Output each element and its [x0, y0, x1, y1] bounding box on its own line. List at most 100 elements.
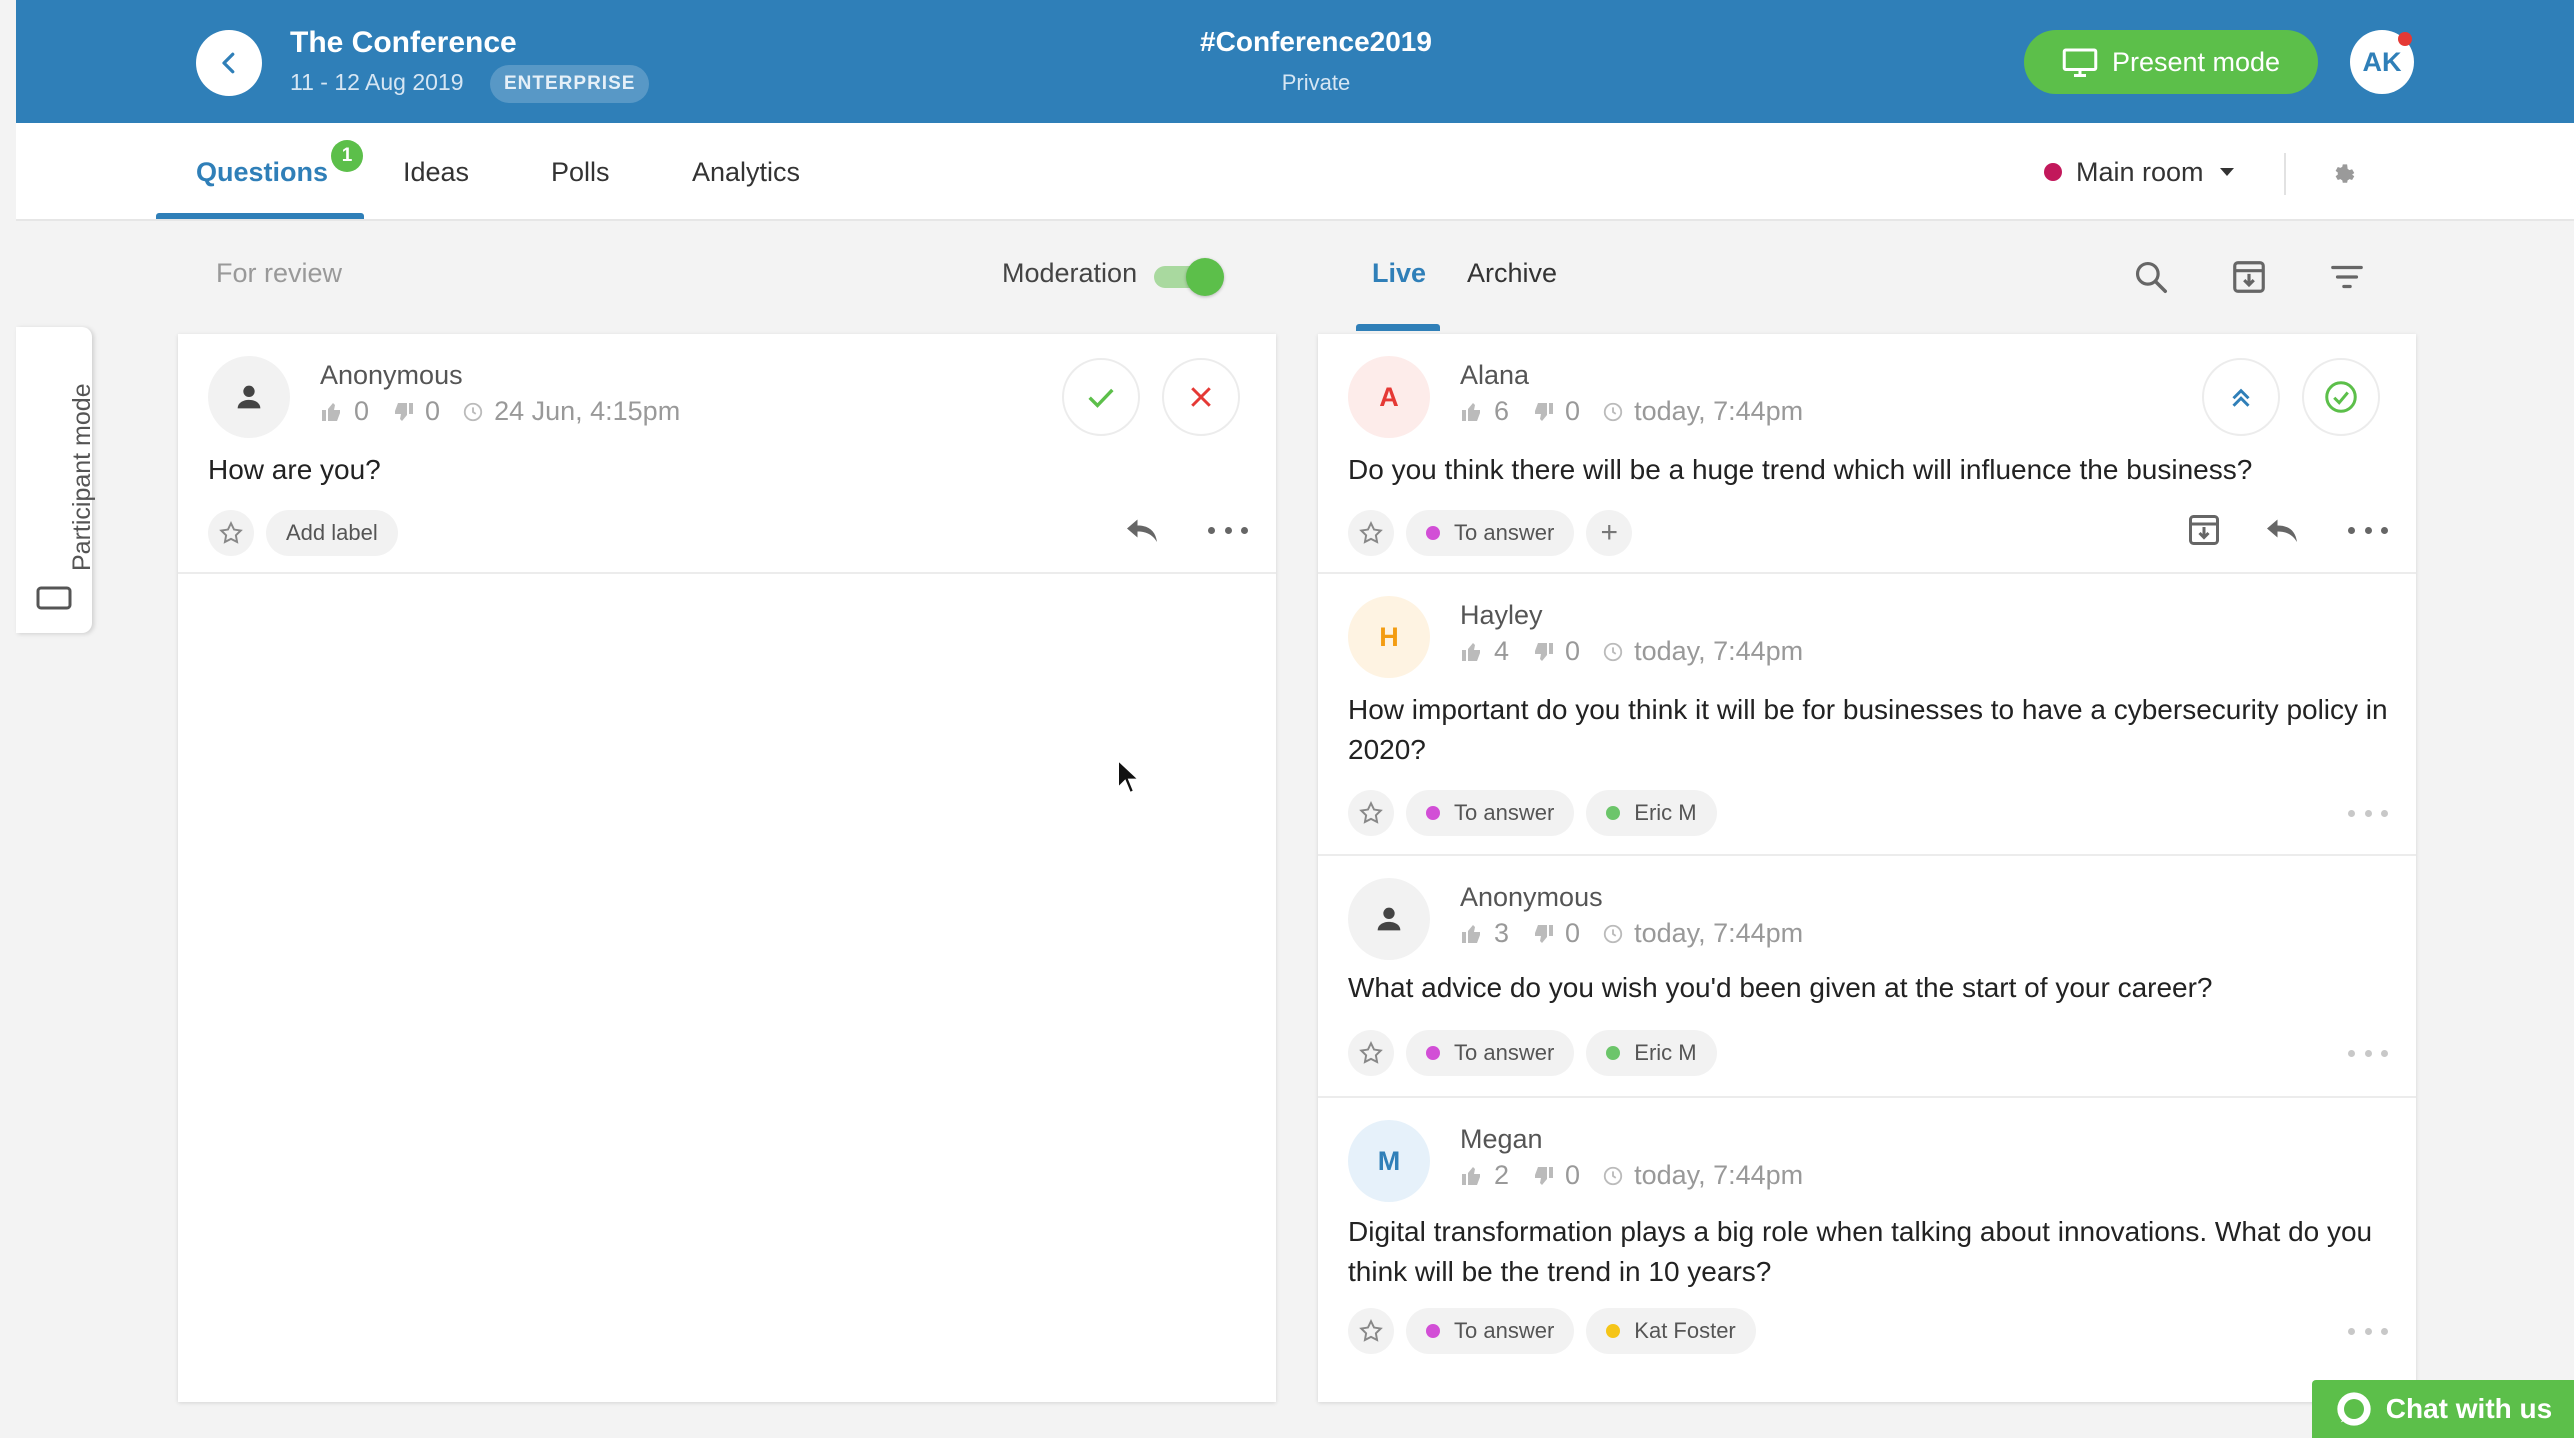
add-label-button[interactable]: Add label: [266, 510, 398, 556]
event-code: #Conference2019: [1200, 26, 1432, 57]
assignee-dot: [1606, 1324, 1621, 1338]
divider: [2284, 153, 2286, 195]
tab-polls[interactable]: Polls: [551, 123, 610, 221]
double-chevron-up-icon: [2232, 388, 2250, 407]
reject-button[interactable]: [1162, 358, 1240, 436]
tab-archive[interactable]: Archive: [1467, 258, 1557, 289]
active-tab-indicator: [156, 213, 364, 219]
status-dot: [1426, 1324, 1440, 1338]
thumb-down-icon[interactable]: [1531, 1164, 1555, 1188]
settings-button[interactable]: [2330, 160, 2356, 186]
author-avatar: H: [1348, 596, 1430, 678]
live-tab-indicator: [1356, 324, 1440, 331]
back-button[interactable]: [196, 30, 262, 96]
status-dot: [1426, 526, 1440, 540]
dislikes-count: 0: [1565, 1160, 1581, 1190]
question-meta: 3 0 today, 7:44pm: [1460, 918, 1803, 949]
thumb-down-icon[interactable]: [1531, 640, 1555, 664]
tab-analytics[interactable]: Analytics: [692, 123, 800, 221]
check-icon: [1088, 388, 1114, 408]
more-button[interactable]: [2348, 520, 2388, 540]
question-meta: 2 0 today, 7:44pm: [1460, 1160, 1803, 1191]
question-time: today, 7:44pm: [1634, 918, 1804, 948]
archive-all-button[interactable]: [2230, 258, 2268, 296]
archive-button[interactable]: [2186, 512, 2222, 548]
status-dot: [1426, 806, 1440, 820]
moderation-toggle[interactable]: [1152, 258, 1224, 296]
question-tags: To answer +: [1348, 510, 1633, 556]
room-selector[interactable]: Main room: [2044, 123, 2236, 221]
status-label[interactable]: To answer: [1406, 1308, 1575, 1354]
assignee-label[interactable]: Eric M: [1586, 1030, 1717, 1076]
live-panel: A Alana 6 0 today, 7:44pm Do you think t…: [1318, 334, 2416, 1402]
thumb-down-icon[interactable]: [1531, 400, 1555, 424]
status-label[interactable]: To answer: [1406, 1030, 1575, 1076]
thumb-down-icon[interactable]: [391, 400, 415, 424]
close-icon: [1191, 387, 1211, 407]
highlight-button[interactable]: [2202, 358, 2280, 436]
star-icon: [1359, 1041, 1383, 1064]
search-button[interactable]: [2132, 258, 2170, 296]
tab-live[interactable]: Live: [1372, 258, 1426, 289]
reply-icon: [2267, 519, 2297, 542]
live-question-card[interactable]: Anonymous 3 0 today, 7:44pm What advice …: [1318, 856, 2416, 1098]
thumb-up-icon[interactable]: [320, 400, 344, 424]
filter-button[interactable]: [2328, 258, 2366, 296]
thumb-up-icon[interactable]: [1460, 922, 1484, 946]
chat-with-us-button[interactable]: Chat with us: [2312, 1380, 2574, 1438]
user-avatar[interactable]: AK: [2350, 30, 2414, 94]
status-label[interactable]: To answer: [1406, 510, 1575, 556]
reply-icon: [1127, 519, 1157, 542]
star-button[interactable]: [208, 510, 254, 556]
clock-icon: [463, 402, 483, 421]
question-tags: To answer Eric M: [1348, 1030, 1717, 1076]
question-time: today, 7:44pm: [1634, 1160, 1804, 1190]
question-time: today, 7:44pm: [1634, 396, 1804, 426]
tab-questions[interactable]: Questions: [196, 123, 328, 221]
assignee-label[interactable]: Kat Foster: [1586, 1308, 1756, 1354]
plan-badge: ENTERPRISE: [490, 65, 650, 103]
tab-ideas[interactable]: Ideas: [403, 123, 469, 221]
add-label-text: Add label: [286, 520, 378, 545]
assignee-text: Eric M: [1634, 800, 1697, 825]
live-question-card[interactable]: M Megan 2 0 today, 7:44pm Digital transf…: [1318, 1098, 2416, 1378]
live-question-card[interactable]: A Alana 6 0 today, 7:44pm Do you think t…: [1318, 334, 2416, 574]
thumb-up-icon[interactable]: [1460, 400, 1484, 424]
reply-button[interactable]: [2264, 515, 2300, 545]
author-avatar: M: [1348, 1120, 1430, 1202]
add-label-button[interactable]: +: [1586, 510, 1633, 556]
more-button[interactable]: [2348, 803, 2388, 823]
present-mode-button[interactable]: Present mode: [2024, 30, 2318, 94]
mark-answered-button[interactable]: [2302, 358, 2380, 436]
toggle-knob: [1186, 258, 1224, 296]
more-button[interactable]: [1208, 520, 1248, 540]
approve-button[interactable]: [1062, 358, 1140, 436]
event-title: The Conference: [290, 26, 517, 59]
notification-dot: [2398, 32, 2412, 46]
clock-icon: [1603, 402, 1623, 421]
question-author: Alana: [1460, 360, 1530, 390]
tabs-bar: Questions 1 Ideas Polls Analytics Main r…: [16, 123, 2574, 221]
participant-mode-tab[interactable]: Participant mode: [16, 327, 96, 633]
thumb-up-icon[interactable]: [1460, 640, 1484, 664]
more-button[interactable]: [2348, 1321, 2388, 1341]
review-question-card[interactable]: Anonymous 0 0 24 Jun, 4:15pm How are you…: [178, 334, 1276, 574]
person-icon: [237, 385, 261, 409]
star-button[interactable]: [1348, 1030, 1394, 1076]
star-button[interactable]: [1348, 790, 1394, 836]
star-button[interactable]: [1348, 510, 1394, 556]
author-avatar: A: [1348, 356, 1430, 438]
status-label[interactable]: To answer: [1406, 790, 1575, 836]
room-status-dot: [2044, 163, 2062, 181]
dislikes-count: 0: [1565, 636, 1581, 666]
thumb-up-icon[interactable]: [1460, 1164, 1484, 1188]
star-button[interactable]: [1348, 1308, 1394, 1354]
anonymous-avatar: [208, 356, 290, 438]
reply-button[interactable]: [1124, 515, 1160, 545]
chevron-left-icon: [222, 52, 235, 74]
live-question-card[interactable]: H Hayley 4 0 today, 7:44pm How important…: [1318, 574, 2416, 856]
more-button[interactable]: [2348, 1043, 2388, 1063]
question-meta: 6 0 today, 7:44pm: [1460, 396, 1803, 427]
assignee-label[interactable]: Eric M: [1586, 790, 1717, 836]
thumb-down-icon[interactable]: [1531, 922, 1555, 946]
